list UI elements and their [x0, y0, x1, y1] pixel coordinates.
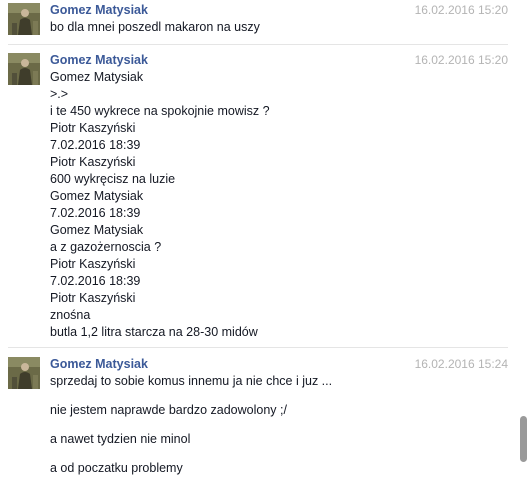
message-line: 7.02.2016 18:39	[50, 274, 141, 288]
message-line: Gomez Matysiak	[50, 223, 144, 237]
message-line: i te 450 wykrece na spokojnie mowisz ?	[50, 104, 270, 118]
message-line: >.>	[50, 87, 69, 101]
message-line: 600 wykręcisz na luzie	[50, 172, 176, 186]
message-timestamp: 16.02.2016 15:20	[414, 3, 508, 17]
message-timestamp: 16.02.2016 15:20	[414, 53, 508, 67]
message-line: Piotr Kaszyński	[50, 121, 136, 135]
message-line: sprzedaj to sobie komus innemu ja nie ch…	[50, 374, 333, 388]
message-body: bo dla mnei poszedl makaron na uszy	[50, 19, 508, 36]
author-name[interactable]: Gomez Matysiak	[50, 357, 148, 371]
message-group: Gomez Matysiak 16.02.2016 15:24 sprzedaj…	[8, 357, 508, 481]
message-thread[interactable]: Gomez Matysiak 16.02.2016 15:20 bo dla m…	[0, 0, 516, 481]
author-name[interactable]: Gomez Matysiak	[50, 53, 148, 67]
message-body: sprzedaj to sobie komus innemu ja nie ch…	[50, 373, 508, 481]
message-body: Gomez Matysiak >.> i te 450 wykrece na s…	[50, 69, 508, 341]
message-line: Piotr Kaszyński	[50, 155, 136, 169]
message-line: 7.02.2016 18:39	[50, 206, 141, 220]
message-group: Gomez Matysiak 16.02.2016 15:20 Gomez Ma…	[8, 53, 508, 343]
message-divider	[8, 44, 508, 45]
message-line: nie jestem naprawde bardzo zadowolony ;/	[50, 403, 287, 417]
user-avatar-photo-icon	[8, 357, 40, 389]
message-line: znośna	[50, 308, 91, 322]
user-avatar-photo-icon	[8, 53, 40, 85]
message-line: Piotr Kaszyński	[50, 257, 136, 271]
message-line: bo dla mnei poszedl makaron na uszy	[50, 20, 260, 34]
message-timestamp: 16.02.2016 15:24	[414, 357, 508, 371]
avatar[interactable]	[8, 357, 40, 389]
avatar[interactable]	[8, 3, 40, 35]
message-line: a z gazożernoscia ?	[50, 240, 162, 254]
message-line: 7.02.2016 18:39	[50, 138, 141, 152]
message-line: a od poczatku problemy	[50, 461, 183, 475]
message-group: Gomez Matysiak 16.02.2016 15:20 bo dla m…	[8, 3, 508, 43]
message-line: a nawet tydzien nie minol	[50, 432, 191, 446]
scrollbar-thumb[interactable]	[520, 416, 527, 462]
message-line: butla 1,2 litra starcza na 28-30 midów	[50, 325, 258, 339]
message-line: Gomez Matysiak	[50, 70, 144, 84]
user-avatar-photo-icon	[8, 3, 40, 35]
avatar[interactable]	[8, 53, 40, 85]
message-line: Piotr Kaszyński	[50, 291, 136, 305]
message-divider	[8, 347, 508, 348]
message-line: Gomez Matysiak	[50, 189, 144, 203]
scrollbar[interactable]	[520, 0, 527, 481]
author-name[interactable]: Gomez Matysiak	[50, 3, 148, 17]
